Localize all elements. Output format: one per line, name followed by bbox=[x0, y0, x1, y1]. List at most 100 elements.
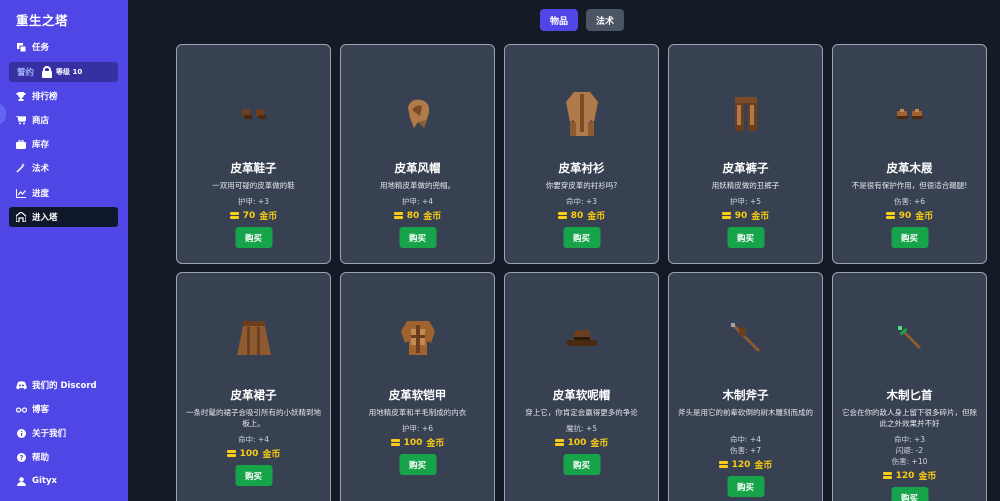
price-value: 100 bbox=[567, 437, 587, 448]
shop-item-card: 木制斧子 斧头是用它的前辈砍倒的树木雕刻而成的 命中: +4 伤害: +7 120 金币购… bbox=[668, 272, 823, 501]
sidebar-item-label: 法术 bbox=[32, 164, 50, 174]
item-name: 皮革木屐 bbox=[886, 161, 933, 175]
tab-items[interactable]: 物品 bbox=[540, 9, 579, 31]
tasks-icon bbox=[15, 42, 27, 52]
dagger-sprite bbox=[833, 316, 986, 360]
glasses-icon bbox=[15, 406, 27, 413]
sidebar-item-help[interactable]: ? 帮助 bbox=[9, 447, 118, 467]
clogs-sprite bbox=[833, 92, 986, 136]
item-description: 穿上它，你肯定会赢得更多的争论 bbox=[525, 408, 638, 417]
pants-sprite bbox=[669, 92, 822, 136]
buy-button[interactable]: 购买 bbox=[891, 227, 928, 248]
coin-icon bbox=[229, 211, 239, 220]
coin-icon bbox=[393, 211, 403, 220]
app-title: 重生之塔 bbox=[16, 13, 69, 28]
shop-item-card: 皮革鞋子 一双用可疑的皮革做的鞋 护甲: +3 70 金币 购买 bbox=[176, 44, 331, 264]
item-price: 80 金币 bbox=[505, 209, 658, 222]
item-name: 皮革裤子 bbox=[722, 161, 769, 175]
coin-icon bbox=[885, 211, 895, 220]
item-price: 120 金币 bbox=[833, 469, 986, 482]
sidebar-item-label: 商店 bbox=[32, 116, 50, 126]
help-icon: ? bbox=[15, 452, 27, 462]
item-description: 一双用可疑的皮革做的鞋 bbox=[212, 181, 295, 190]
shop-item-card: 皮革衬衫 你要穿皮革的衬衫吗? 命中: +3 80 金币 购买 bbox=[504, 44, 659, 264]
armor-sprite bbox=[341, 316, 494, 360]
buy-button[interactable]: 购买 bbox=[563, 454, 600, 475]
price-value: 120 bbox=[731, 459, 751, 470]
buy-button[interactable]: 购买 bbox=[727, 476, 764, 497]
item-name: 皮革风帽 bbox=[394, 161, 441, 175]
currency-label: 金币 bbox=[754, 461, 773, 471]
sidebar-item-blog[interactable]: 博客 bbox=[9, 399, 118, 419]
sidebar-item-user[interactable]: Gityx bbox=[9, 471, 118, 491]
price-value: 100 bbox=[403, 437, 423, 448]
buy-button[interactable]: 购买 bbox=[235, 465, 272, 486]
coin-icon bbox=[882, 471, 892, 480]
sidebar-item-label: 进度 bbox=[32, 189, 50, 199]
sidebar-item-inventory[interactable]: 库存 bbox=[9, 134, 118, 154]
item-price: 120 金币 bbox=[669, 458, 822, 471]
item-stat: 魔抗: +5 bbox=[566, 424, 597, 433]
shop-item-card: 皮革裙子 一条时髦的裙子会吸引所有的小妖精到地板上。 命中: +4 100 金币 购买 bbox=[176, 272, 331, 501]
shop-item-card: 皮革软铠甲 用地精皮革和羊毛制成的内衣 护甲: +6 100 金币 购买 bbox=[340, 272, 495, 501]
lock-icon bbox=[42, 66, 53, 78]
buy-button[interactable]: 购买 bbox=[399, 454, 436, 475]
briefcase-icon bbox=[15, 139, 27, 149]
sidebar-item-leaderboard[interactable]: 排行榜 bbox=[9, 86, 118, 106]
coin-icon bbox=[718, 460, 728, 469]
sidebar-item-tasks[interactable]: 任务 bbox=[9, 37, 118, 57]
price-value: 90 bbox=[734, 210, 748, 221]
item-stat: 护甲: +3 bbox=[238, 197, 269, 206]
item-stat: 命中: +4 bbox=[730, 435, 761, 444]
item-name: 皮革裙子 bbox=[230, 388, 277, 402]
buy-button[interactable]: 购买 bbox=[727, 227, 764, 248]
buy-button[interactable]: 购买 bbox=[563, 227, 600, 248]
sidebar-item-about[interactable]: 关于我们 bbox=[9, 423, 118, 443]
sidebar-item-discord[interactable]: 我们的 Discord bbox=[9, 375, 118, 395]
coin-icon bbox=[721, 211, 731, 220]
item-description: 斧头是用它的前辈砍倒的树木雕刻而成的 bbox=[678, 408, 813, 417]
price-value: 80 bbox=[406, 210, 420, 221]
sidebar-item-shop[interactable]: 商店 bbox=[9, 110, 118, 130]
item-price: 80 金币 bbox=[341, 209, 494, 222]
boots-sprite bbox=[177, 92, 330, 136]
currency-label: 金币 bbox=[259, 212, 278, 222]
sidebar-item-label: 进入塔 bbox=[32, 213, 58, 223]
shop-item-card: 皮革木屐 不是很有保护作用，但很适合踢腿! 伤害: +6 90 金币 购买 bbox=[832, 44, 987, 264]
currency-label: 金币 bbox=[423, 212, 442, 222]
tower-icon bbox=[15, 212, 27, 222]
item-description: 用地精皮革和羊毛制成的内衣 bbox=[368, 408, 467, 417]
item-name: 皮革衬衫 bbox=[558, 161, 605, 175]
item-name: 木制匕首 bbox=[886, 388, 933, 402]
buy-button[interactable]: 购买 bbox=[235, 227, 272, 248]
sidebar-item-oath[interactable]: 誓约 等级 10 bbox=[9, 62, 118, 82]
sidebar-item-progress[interactable]: 进度 bbox=[9, 183, 118, 203]
sidebar-item-label: 排行榜 bbox=[32, 92, 58, 102]
sidebar-item-label: 誓约 bbox=[17, 68, 35, 78]
item-description: 用妖精皮做的丑裤子 bbox=[711, 181, 780, 190]
sidebar-item-label: 我们的 Discord bbox=[32, 381, 97, 391]
skirt-sprite bbox=[177, 316, 330, 360]
price-value: 80 bbox=[570, 210, 584, 221]
tab-spells[interactable]: 法术 bbox=[586, 9, 625, 31]
item-stat: 伤害: +7 bbox=[730, 446, 761, 455]
sidebar-item-spells[interactable]: 法术 bbox=[9, 158, 118, 178]
sidebar-item-label: 库存 bbox=[32, 140, 50, 150]
item-price: 100 金币 bbox=[505, 436, 658, 449]
chart-icon bbox=[15, 188, 27, 198]
price-value: 100 bbox=[239, 448, 259, 459]
item-stat: 伤害: +10 bbox=[891, 457, 928, 466]
hood-sprite bbox=[341, 92, 494, 136]
buy-button[interactable]: 购买 bbox=[891, 487, 928, 501]
sidebar-item-enter-tower[interactable]: 进入塔 bbox=[9, 207, 118, 227]
item-name: 皮革软呢帽 bbox=[552, 388, 611, 402]
item-price: 70 金币 bbox=[177, 209, 330, 222]
discord-icon bbox=[15, 380, 27, 390]
item-stat: 护甲: +6 bbox=[402, 424, 433, 433]
currency-label: 金币 bbox=[590, 439, 609, 449]
buy-button[interactable]: 购买 bbox=[399, 227, 436, 248]
axe-sprite bbox=[669, 316, 822, 360]
sidebar-item-label: 任务 bbox=[32, 43, 50, 53]
price-value: 120 bbox=[895, 470, 915, 481]
sidebar: 重生之塔 任务 誓约 等级 10 排行榜 商店 库存 法术 进度 进入塔 我们的… bbox=[0, 0, 128, 501]
